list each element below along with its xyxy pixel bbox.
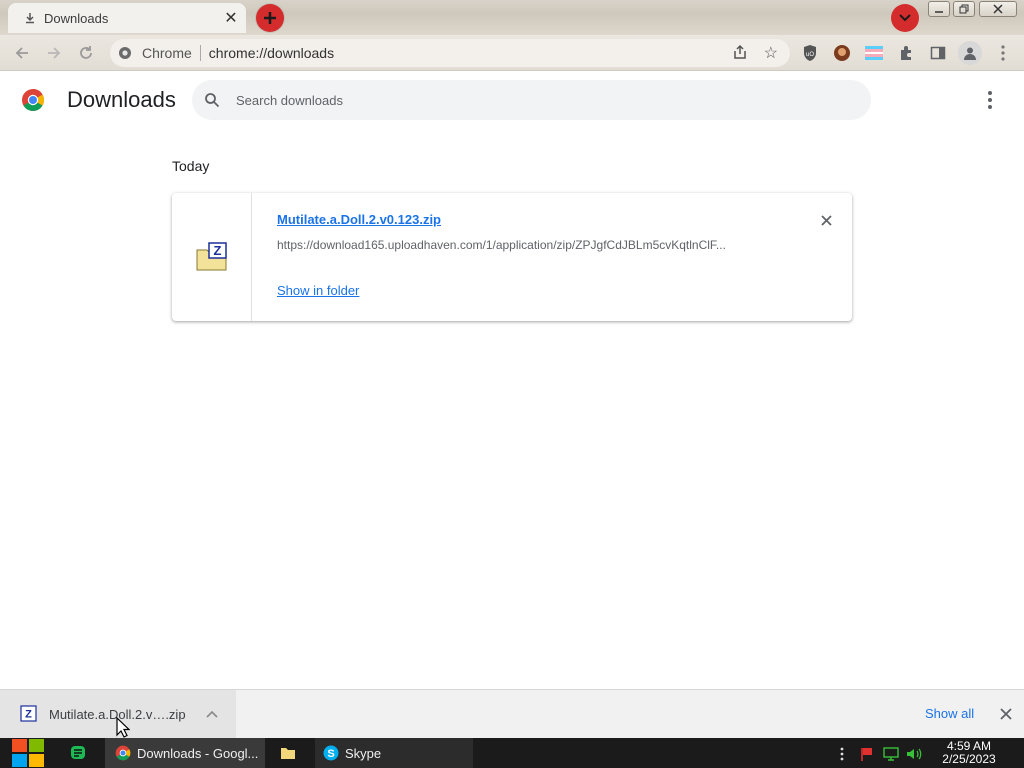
share-icon[interactable] bbox=[732, 44, 748, 65]
logo-tile bbox=[12, 754, 27, 767]
clock-date: 2/25/2023 bbox=[942, 752, 996, 766]
tab-downloads[interactable]: Downloads ✕ bbox=[8, 3, 246, 33]
title-bar: Downloads ✕ bbox=[0, 0, 1024, 35]
site-name: Chrome bbox=[142, 45, 192, 61]
browser-menu-icon[interactable] bbox=[993, 43, 1013, 63]
search-icon bbox=[204, 92, 222, 108]
taskbar-skype-window[interactable]: S Skype bbox=[315, 738, 473, 768]
url-text[interactable]: chrome://downloads bbox=[209, 45, 334, 61]
tab-search-button[interactable] bbox=[891, 4, 919, 32]
svg-text:S: S bbox=[327, 748, 334, 760]
flag-extension-icon[interactable] bbox=[864, 43, 884, 63]
tab-close-button[interactable]: ✕ bbox=[220, 7, 242, 29]
zip-file-icon: Z bbox=[196, 242, 227, 271]
close-window-button[interactable] bbox=[979, 1, 1017, 17]
taskbar-clock[interactable]: 4:59 AM 2/25/2023 bbox=[930, 740, 1008, 766]
zip-file-icon: Z bbox=[20, 705, 38, 723]
download-shelf: Z Mutilate.a.Doll.2.v….zip Show all bbox=[0, 689, 1024, 738]
svg-text:Z: Z bbox=[25, 709, 32, 721]
reload-button[interactable] bbox=[74, 41, 98, 65]
chevron-down-icon bbox=[899, 14, 911, 22]
minimize-button[interactable] bbox=[928, 1, 950, 17]
volume-icon[interactable] bbox=[906, 746, 922, 762]
bookmark-star-icon[interactable]: ☆ bbox=[764, 43, 778, 63]
svg-text:uO: uO bbox=[806, 52, 814, 58]
show-all-link[interactable]: Show all bbox=[925, 706, 974, 721]
new-tab-button[interactable] bbox=[256, 4, 284, 32]
reload-icon bbox=[80, 46, 92, 59]
arrow-left-icon bbox=[15, 47, 28, 59]
downloads-header: Downloads bbox=[0, 72, 1024, 128]
chrome-site-icon bbox=[118, 46, 134, 60]
chrome-logo-icon bbox=[21, 88, 45, 112]
action-center-flag-icon[interactable] bbox=[859, 746, 875, 762]
show-in-folder-link[interactable]: Show in folder bbox=[277, 283, 359, 298]
ublock-extension-icon[interactable]: uO bbox=[800, 43, 820, 63]
avatar-extension-icon[interactable] bbox=[832, 43, 852, 63]
side-panel-icon[interactable] bbox=[928, 43, 948, 63]
chat-app-icon bbox=[71, 746, 85, 759]
kebab-dot bbox=[988, 105, 992, 109]
taskbar-chat-app[interactable] bbox=[70, 738, 96, 768]
search-input[interactable] bbox=[236, 92, 836, 108]
tray-overflow-icon[interactable] bbox=[834, 746, 850, 762]
network-icon[interactable] bbox=[883, 746, 899, 762]
taskbar: Downloads - Googl... S Skype 4:59 AM 2/2… bbox=[0, 738, 1024, 768]
file-source-url[interactable]: https://download165.uploadhaven.com/1/ap… bbox=[277, 238, 777, 252]
logo-tile bbox=[12, 739, 27, 752]
address-bar[interactable]: Chrome chrome://downloads ☆ bbox=[110, 39, 790, 67]
kebab-dot bbox=[988, 91, 992, 95]
search-downloads-box[interactable] bbox=[192, 80, 871, 120]
more-actions-icon[interactable] bbox=[980, 89, 1000, 111]
download-item: Z Mutilate.a.Doll.2.v0.123.zip https://d… bbox=[172, 193, 852, 321]
close-icon bbox=[993, 4, 1003, 14]
back-button[interactable] bbox=[10, 41, 34, 65]
kebab-dot bbox=[988, 98, 992, 102]
download-icon bbox=[22, 12, 38, 24]
page-title: Downloads bbox=[67, 87, 176, 112]
file-icon-column: Z bbox=[172, 193, 252, 321]
taskbar-chrome-label: Downloads - Googl... bbox=[137, 745, 259, 761]
tab-title: Downloads bbox=[44, 10, 109, 26]
restore-icon bbox=[959, 4, 969, 14]
extensions-puzzle-icon[interactable] bbox=[896, 43, 916, 63]
remove-download-button[interactable] bbox=[816, 210, 836, 230]
windows-start-button[interactable] bbox=[10, 739, 44, 767]
profile-avatar-icon[interactable] bbox=[958, 41, 982, 65]
taskbar-file-explorer[interactable] bbox=[280, 738, 300, 768]
file-name-link[interactable]: Mutilate.a.Doll.2.v0.123.zip bbox=[277, 212, 441, 227]
browser-toolbar: Chrome chrome://downloads ☆ uO bbox=[0, 35, 1024, 71]
chevron-up-icon[interactable] bbox=[205, 707, 219, 721]
minimize-icon bbox=[935, 11, 943, 13]
date-heading: Today bbox=[172, 158, 210, 174]
logo-tile bbox=[29, 754, 44, 767]
restore-button[interactable] bbox=[953, 1, 975, 17]
arrow-right-icon bbox=[48, 47, 61, 59]
plus-icon bbox=[264, 12, 276, 24]
forward-button[interactable] bbox=[42, 41, 66, 65]
skype-icon: S bbox=[323, 745, 339, 761]
folder-icon bbox=[281, 748, 295, 759]
address-separator bbox=[199, 45, 201, 61]
close-shelf-icon[interactable] bbox=[998, 706, 1014, 722]
chrome-icon bbox=[115, 745, 131, 761]
close-icon bbox=[820, 214, 832, 226]
taskbar-skype-label: Skype bbox=[345, 745, 382, 761]
taskbar-chrome-window[interactable]: Downloads - Googl... bbox=[105, 738, 265, 768]
logo-tile bbox=[29, 739, 44, 752]
mouse-cursor-icon bbox=[116, 717, 130, 738]
svg-text:Z: Z bbox=[213, 243, 221, 258]
